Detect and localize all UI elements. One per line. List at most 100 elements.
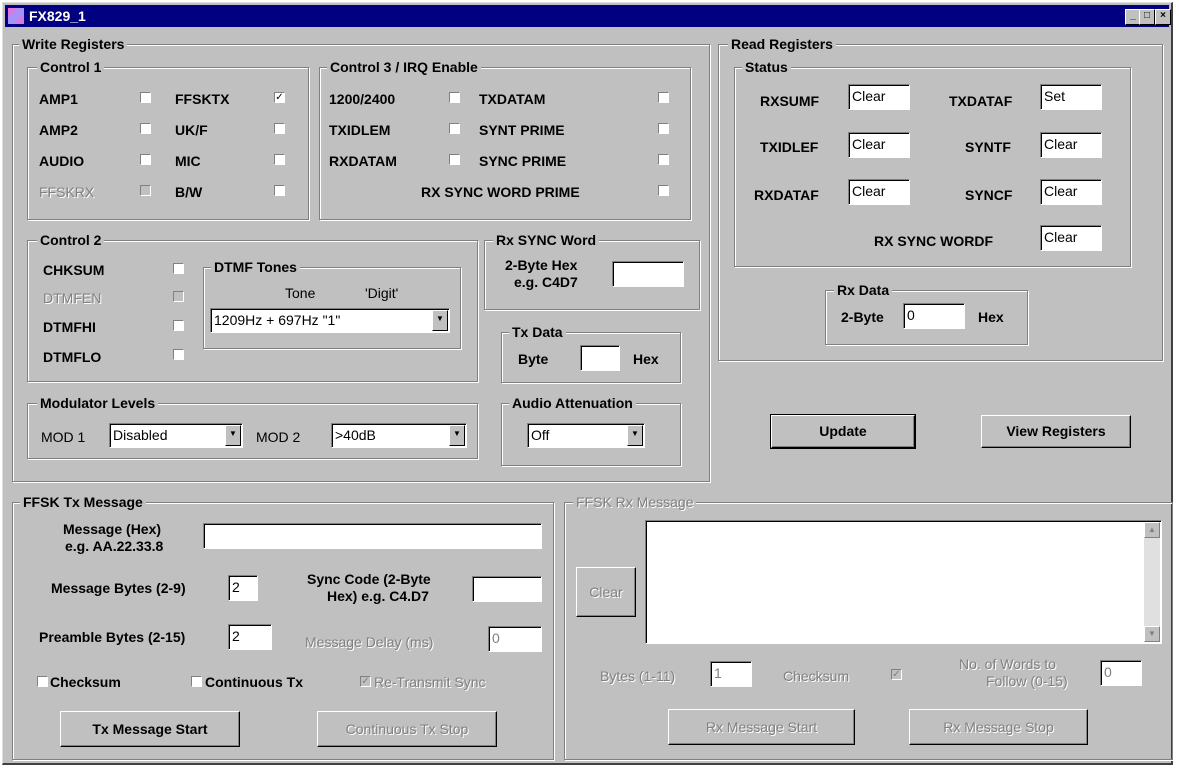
scroll-up-icon[interactable]: ▲ bbox=[1144, 522, 1160, 538]
rx-data-title: Rx Data bbox=[834, 282, 893, 298]
chksum-checkbox[interactable] bbox=[173, 263, 184, 274]
rx-bytes-input[interactable]: 1 bbox=[710, 661, 752, 687]
txidlem-label: TXIDLEM bbox=[329, 122, 391, 138]
rx-bytes-label: Bytes (1-11) bbox=[600, 668, 676, 684]
rx-sync-word-input[interactable] bbox=[612, 261, 684, 287]
application-window: FX829_1 _ □ × Write Registers Control 1 … bbox=[2, 2, 1173, 765]
scroll-down-icon[interactable]: ▼ bbox=[1144, 626, 1160, 642]
ffsk-rx-title: FFSK Rx Message bbox=[573, 494, 697, 510]
preamble-bytes-label: Preamble Bytes (2-15) bbox=[39, 629, 186, 645]
rx-message-start-button[interactable]: Rx Message Start bbox=[668, 709, 855, 745]
title-bar[interactable]: FX829_1 _ □ × bbox=[5, 5, 1171, 27]
read-registers-title: Read Registers bbox=[728, 36, 836, 52]
mod1-select-value: Disabled bbox=[113, 427, 168, 443]
message-hex-label: Message (Hex) bbox=[63, 521, 162, 537]
ffsktx-checkbox[interactable]: ✓ bbox=[274, 92, 285, 103]
rx-message-scrollbar[interactable]: ▲ ▼ bbox=[1144, 522, 1160, 642]
rx-message-textarea[interactable]: ▲ ▼ bbox=[645, 520, 1162, 644]
continuous-tx-stop-button[interactable]: Continuous Tx Stop bbox=[317, 711, 497, 747]
sync-prime-label: SYNC PRIME bbox=[479, 153, 567, 169]
syncf-value: Clear bbox=[1040, 179, 1102, 205]
dtmfen-label: DTMFEN bbox=[43, 290, 102, 306]
synt-prime-checkbox[interactable] bbox=[658, 123, 669, 134]
message-delay-label: Message Delay (ms) bbox=[305, 634, 434, 650]
chevron-down-icon[interactable]: ▼ bbox=[225, 425, 241, 446]
amp2-checkbox[interactable] bbox=[140, 123, 151, 134]
continuous-tx-label: Continuous Tx bbox=[205, 674, 303, 690]
rx-clear-button[interactable]: Clear bbox=[576, 567, 636, 617]
baud-1200-2400-label: 1200/2400 bbox=[329, 91, 396, 107]
txidlem-checkbox[interactable] bbox=[449, 123, 460, 134]
control3-title: Control 3 / IRQ Enable bbox=[327, 59, 481, 75]
app-icon[interactable] bbox=[8, 8, 24, 24]
rx-message-stop-button[interactable]: Rx Message Stop bbox=[909, 709, 1088, 745]
mic-checkbox[interactable] bbox=[274, 154, 285, 165]
ffskrx-label: FFSKRX bbox=[39, 184, 95, 200]
words-to-follow-input[interactable]: 0 bbox=[1100, 660, 1142, 686]
mic-label: MIC bbox=[175, 153, 201, 169]
rxsumf-value: Clear bbox=[848, 84, 910, 110]
sync-code-label-2: Hex) e.g. C4.D7 bbox=[327, 588, 429, 604]
dtmfhi-checkbox[interactable] bbox=[173, 320, 184, 331]
window-title: FX829_1 bbox=[29, 8, 86, 24]
dtmf-tone-header: Tone bbox=[285, 285, 316, 301]
ukf-checkbox[interactable] bbox=[274, 123, 285, 134]
dtmfhi-label: DTMFHI bbox=[43, 319, 96, 335]
view-registers-button[interactable]: View Registers bbox=[981, 415, 1131, 448]
maximize-button[interactable]: □ bbox=[1139, 9, 1155, 25]
rx-checksum-checkbox[interactable]: ✓ bbox=[891, 669, 902, 680]
dtmf-digit-header: 'Digit' bbox=[365, 285, 399, 301]
sync-prime-checkbox[interactable] bbox=[658, 154, 669, 165]
mod1-label: MOD 1 bbox=[41, 429, 86, 445]
control2-title: Control 2 bbox=[37, 232, 105, 248]
bw-label: B/W bbox=[175, 184, 203, 200]
words-to-follow-label-2: Follow (0-15) bbox=[986, 673, 1068, 689]
chevron-down-icon[interactable]: ▼ bbox=[432, 310, 448, 331]
message-example-label: e.g. AA.22.33.8 bbox=[65, 538, 164, 554]
chevron-down-icon[interactable]: ▼ bbox=[449, 425, 465, 446]
chksum-label: CHKSUM bbox=[43, 262, 105, 278]
txdatam-checkbox[interactable] bbox=[658, 92, 669, 103]
retransmit-sync-label: Re-Transmit Sync bbox=[374, 674, 486, 690]
message-hex-input[interactable] bbox=[203, 523, 542, 549]
rx-data-label: 2-Byte bbox=[841, 309, 884, 325]
message-bytes-input[interactable]: 2 bbox=[228, 575, 258, 601]
continuous-tx-checkbox[interactable] bbox=[191, 676, 202, 687]
sync-code-input[interactable] bbox=[472, 576, 542, 602]
rxdatam-checkbox[interactable] bbox=[449, 154, 460, 165]
amp1-checkbox[interactable] bbox=[140, 92, 151, 103]
baud-1200-2400-checkbox[interactable] bbox=[449, 92, 460, 103]
syncf-label: SYNCF bbox=[965, 187, 1013, 203]
ffskrx-checkbox[interactable] bbox=[140, 185, 151, 196]
retransmit-sync-checkbox[interactable]: ✓ bbox=[360, 676, 371, 687]
audio-attenuation-select[interactable]: Off ▼ bbox=[527, 423, 645, 448]
txdatam-label: TXDATAM bbox=[479, 91, 546, 107]
rxsumf-label: RXSUMF bbox=[760, 93, 820, 109]
mod2-label: MOD 2 bbox=[256, 429, 301, 445]
rxdataf-value: Clear bbox=[848, 179, 910, 205]
dtmflo-checkbox[interactable] bbox=[173, 349, 184, 360]
synt-prime-label: SYNT PRIME bbox=[479, 122, 565, 138]
update-button[interactable]: Update bbox=[770, 414, 916, 449]
preamble-bytes-input[interactable]: 2 bbox=[228, 624, 272, 650]
tx-message-start-button[interactable]: Tx Message Start bbox=[60, 711, 240, 747]
mod1-select[interactable]: Disabled ▼ bbox=[109, 423, 243, 448]
modulator-levels-title: Modulator Levels bbox=[37, 395, 159, 411]
message-delay-input[interactable]: 0 bbox=[488, 626, 542, 652]
txidlef-label: TXIDLEF bbox=[760, 139, 819, 155]
sync-code-label-1: Sync Code (2-Byte bbox=[307, 571, 431, 587]
audio-checkbox[interactable] bbox=[140, 154, 151, 165]
bw-checkbox[interactable] bbox=[274, 185, 285, 196]
mod2-select[interactable]: >40dB ▼ bbox=[331, 423, 467, 448]
rx-sync-word-prime-checkbox[interactable] bbox=[658, 185, 669, 196]
dtmfen-checkbox[interactable] bbox=[173, 291, 184, 302]
tx-data-input[interactable] bbox=[580, 345, 620, 371]
rx-data-value: 0 bbox=[903, 303, 965, 329]
checksum-tx-checkbox[interactable] bbox=[37, 676, 48, 687]
close-button[interactable]: × bbox=[1155, 9, 1171, 25]
chevron-down-icon[interactable]: ▼ bbox=[627, 425, 643, 446]
dtmf-tones-title: DTMF Tones bbox=[211, 259, 300, 275]
ffsktx-label: FFSKTX bbox=[175, 91, 230, 107]
dtmf-tone-select[interactable]: 1209Hz + 697Hz "1" ▼ bbox=[210, 308, 450, 333]
status-title: Status bbox=[742, 59, 791, 75]
